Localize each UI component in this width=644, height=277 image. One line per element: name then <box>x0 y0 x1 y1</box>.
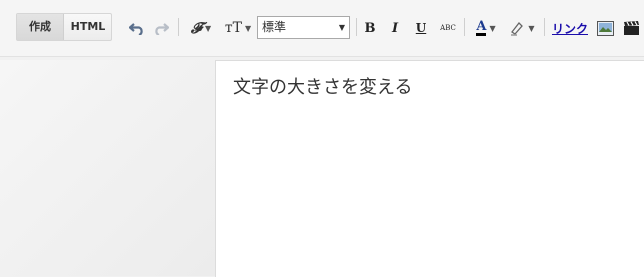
format-select-value: 標準 <box>262 20 287 34</box>
font-icon: 𝓕 <box>190 19 202 37</box>
italic-icon: I <box>391 20 399 36</box>
underline-icon: U <box>415 21 427 35</box>
chevron-down-icon: ▼ <box>204 23 212 33</box>
editor-content[interactable]: 文字の大きさを変える <box>233 73 412 99</box>
toolbar-separator <box>464 18 465 36</box>
font-family-button[interactable]: 𝓕 ▼ <box>186 18 216 38</box>
toolbar-separator <box>356 18 357 36</box>
chevron-down-icon: ▼ <box>528 23 535 33</box>
highlight-color-button[interactable]: ▼ <box>506 18 538 38</box>
font-size-button[interactable]: тT ▼ <box>222 18 254 38</box>
link-label: リンク <box>551 21 588 36</box>
chevron-down-icon: ▼ <box>489 23 496 33</box>
redo-button[interactable] <box>152 18 170 38</box>
image-icon <box>596 20 614 36</box>
toolbar-separator <box>178 18 179 36</box>
redo-icon <box>155 23 169 35</box>
italic-button[interactable]: I <box>387 18 403 38</box>
undo-icon <box>129 23 143 35</box>
insert-video-button[interactable] <box>622 18 640 38</box>
text-color-button[interactable]: A ▼ <box>471 18 501 38</box>
insert-image-button[interactable] <box>596 18 614 38</box>
undo-button[interactable] <box>128 18 146 38</box>
toolbar-separator <box>544 18 545 36</box>
strikethrough-icon: ABC <box>440 24 456 32</box>
chevron-down-icon: ▼ <box>338 23 345 32</box>
editor-toolbar: 作成 HTML 𝓕 ▼ тT ▼ 標準 ▼ B I U ABC A ▼ ▼ リン… <box>0 0 644 57</box>
underline-button[interactable]: U <box>413 18 429 38</box>
editor-body[interactable]: 文字の大きさを変える <box>215 60 644 277</box>
text-color-icon: A <box>476 18 487 36</box>
bold-button[interactable]: B <box>362 18 378 38</box>
font-size-icon: тT <box>224 20 242 36</box>
format-select[interactable]: 標準 ▼ <box>257 16 350 39</box>
link-button[interactable]: リンク <box>551 18 589 38</box>
chevron-down-icon: ▼ <box>244 23 252 33</box>
highlighter-icon <box>511 22 524 36</box>
tab-html[interactable]: HTML <box>64 14 112 40</box>
strikethrough-button[interactable]: ABC <box>438 18 458 38</box>
bold-icon: B <box>364 20 376 36</box>
clapperboard-icon <box>623 20 639 35</box>
left-margin-area <box>0 60 215 276</box>
tab-compose[interactable]: 作成 <box>17 14 64 40</box>
mode-tabs: 作成 HTML <box>16 13 112 41</box>
